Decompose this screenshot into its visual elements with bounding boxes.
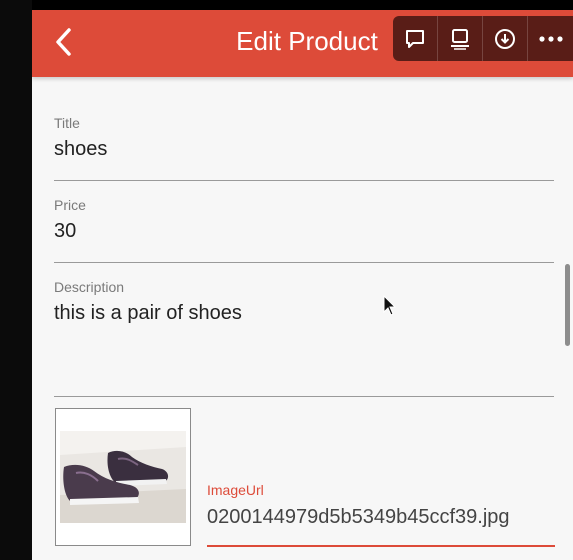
title-value[interactable]: shoes [54, 136, 554, 162]
subtitles-button[interactable] [438, 16, 483, 61]
description-field[interactable]: Description this is a pair of shoes [54, 278, 554, 397]
scrollbar[interactable] [565, 264, 570, 346]
overlay-toolbar [393, 16, 573, 61]
description-value[interactable]: this is a pair of shoes [54, 300, 554, 326]
mouse-cursor-icon [383, 295, 397, 316]
shoes-image [56, 409, 190, 545]
price-field[interactable]: Price 30 [54, 196, 554, 263]
left-edge [0, 0, 32, 560]
download-button[interactable] [483, 16, 528, 61]
price-label: Price [54, 197, 86, 213]
description-label: Description [54, 279, 125, 295]
image-url-label: ImageUrl [207, 482, 264, 498]
image-url-underline [207, 545, 555, 547]
more-icon [538, 35, 563, 42]
product-image[interactable] [55, 408, 191, 546]
subtitles-icon [451, 28, 469, 50]
price-value[interactable]: 30 [54, 218, 554, 244]
app-frame: Edit Product Title shoes Price 30 Descri… [0, 0, 573, 560]
more-button[interactable] [528, 16, 573, 61]
image-url-value[interactable]: 0200144979d5b5349b45ccf39.jpg [207, 506, 559, 529]
title-field[interactable]: Title shoes [54, 114, 554, 181]
price-underline [54, 262, 554, 263]
page-title: Edit Product [236, 26, 378, 56]
description-underline [54, 396, 554, 397]
comment-icon [406, 29, 424, 48]
chevron-left-icon [56, 28, 71, 56]
download-icon [495, 28, 515, 49]
title-label: Title [54, 115, 80, 131]
screen: Edit Product Title shoes Price 30 Descri… [32, 10, 573, 560]
back-button[interactable] [46, 22, 82, 62]
comment-button[interactable] [393, 16, 438, 61]
title-underline [54, 180, 554, 181]
